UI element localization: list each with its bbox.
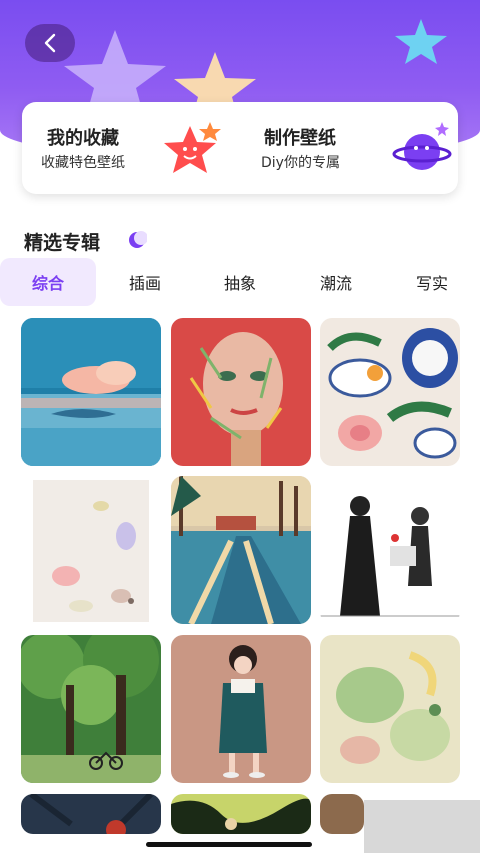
tab-comprehensive[interactable]: 综合 xyxy=(0,258,96,306)
back-button[interactable] xyxy=(25,24,75,62)
favorites-subtitle: 收藏特色壁纸 xyxy=(41,155,125,171)
wallpaper-thumb[interactable] xyxy=(171,318,311,466)
tab-realistic[interactable]: 写实 xyxy=(392,258,472,306)
wallpaper-thumb[interactable] xyxy=(320,635,460,783)
feature-card: 我的收藏 收藏特色壁纸 制作壁纸 Diy你的专属 xyxy=(22,102,458,194)
decor-star-icon xyxy=(395,19,447,64)
star-face-icon xyxy=(164,122,221,173)
wallpaper-thumb[interactable] xyxy=(171,476,311,624)
wallpaper-thumb[interactable] xyxy=(171,794,311,834)
planet-icon xyxy=(392,122,452,170)
make-wallpaper-entry[interactable]: 制作壁纸 Diy你的专属 xyxy=(240,102,458,194)
wallpaper-thumb[interactable] xyxy=(171,635,311,783)
make-wallpaper-title: 制作壁纸 xyxy=(264,128,336,149)
moon-icon xyxy=(129,231,147,248)
home-indicator xyxy=(146,842,312,847)
wallpaper-thumb[interactable] xyxy=(320,318,460,466)
tab-abstract[interactable]: 抽象 xyxy=(200,258,280,306)
category-tabs: 综合 插画 抽象 潮流 写实 xyxy=(0,258,480,306)
wallpaper-thumb[interactable] xyxy=(320,794,364,834)
overlay-block xyxy=(364,800,480,853)
wallpaper-thumb[interactable] xyxy=(21,318,161,466)
make-wallpaper-subtitle: Diy你的专属 xyxy=(261,155,340,171)
wallpaper-thumb[interactable] xyxy=(21,476,161,624)
tab-trend[interactable]: 潮流 xyxy=(296,258,376,306)
section-title: 精选专辑 xyxy=(24,232,101,254)
wallpaper-thumb[interactable] xyxy=(320,476,460,624)
wallpaper-thumb[interactable] xyxy=(21,794,161,834)
wallpaper-thumb[interactable] xyxy=(21,635,161,783)
favorites-title: 我的收藏 xyxy=(47,128,119,149)
chevron-left-icon xyxy=(44,33,56,53)
tab-illustration[interactable]: 插画 xyxy=(105,258,185,306)
my-favorites-entry[interactable]: 我的收藏 收藏特色壁纸 xyxy=(22,102,240,194)
